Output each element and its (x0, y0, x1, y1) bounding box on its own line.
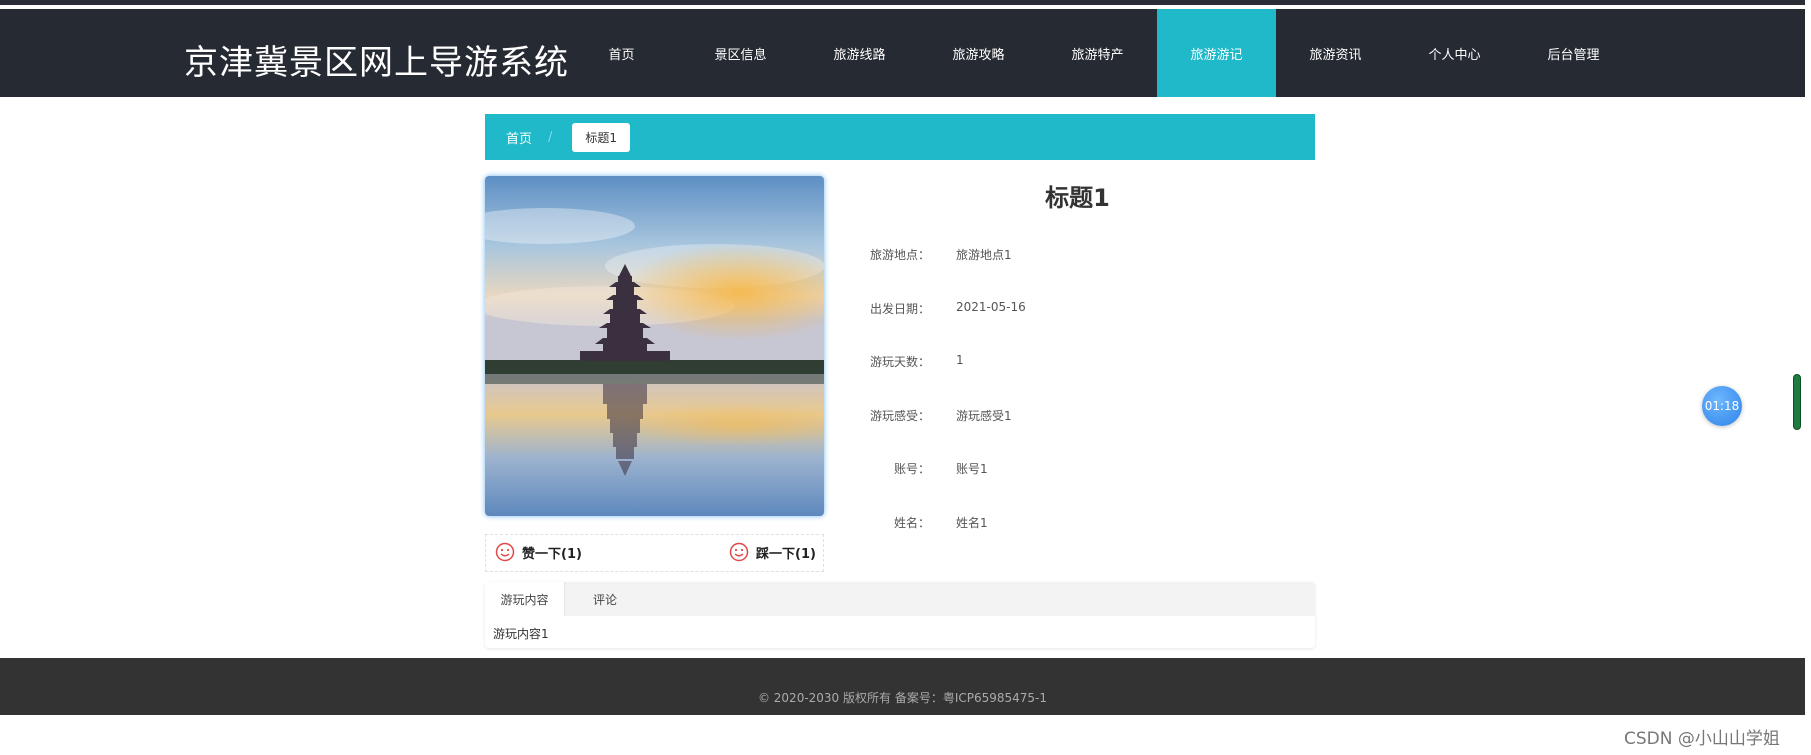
info-label: 姓名： (893, 516, 930, 530)
info-label: 旅游地点： (869, 248, 930, 262)
breadcrumb-current: 标题1 (572, 122, 631, 152)
vote-bar: 赞一下(1) 踩一下(1) (485, 534, 824, 572)
timer-badge[interactable]: 01:18 (1702, 386, 1742, 426)
info-value: 1 (956, 353, 964, 367)
info-value: 旅游地点1 (956, 248, 1012, 262)
nav-item-travel-guides[interactable]: 旅游攻略 (919, 9, 1038, 97)
info-value: 姓名1 (956, 516, 988, 530)
header: 京津冀景区网上导游系统 首页 景区信息 旅游线路 旅游攻略 旅游特产 旅游游记 … (0, 9, 1805, 97)
breadcrumb-separator: / (548, 129, 553, 145)
breadcrumb-home-link[interactable]: 首页 (506, 128, 532, 147)
dislike-button[interactable]: 踩一下(1) (729, 542, 816, 562)
nav-item-scenic-info[interactable]: 景区信息 (681, 9, 800, 97)
nav-item-personal-center[interactable]: 个人中心 (1395, 9, 1514, 97)
info-row-location: 旅游地点： 旅游地点1 (860, 246, 1360, 266)
nav-item-admin[interactable]: 后台管理 (1514, 9, 1633, 97)
nav-item-travel-news[interactable]: 旅游资讯 (1276, 9, 1395, 97)
info-row-account: 账号： 账号1 (860, 460, 1360, 480)
info-value: 游玩感受1 (956, 409, 1012, 423)
dislike-label: 踩一下(1) (756, 546, 816, 562)
watermark: CSDN @小山山学姐 (1624, 729, 1780, 749)
tab-bar: 游玩内容 评论 (485, 582, 1315, 616)
footer: © 2020-2030 版权所有 备案号：粤ICP65985475-1 (0, 658, 1805, 715)
tab-content: 游玩内容1 (493, 627, 549, 641)
nav-item-tour-routes[interactable]: 旅游线路 (800, 9, 919, 97)
like-label: 赞一下(1) (522, 546, 582, 562)
info-label: 账号： (893, 462, 930, 476)
side-scroll-handle[interactable] (1793, 374, 1801, 430)
like-button[interactable]: 赞一下(1) (495, 542, 582, 562)
content-tabs: 游玩内容 评论 游玩内容1 (485, 582, 1315, 648)
info-label: 游玩天数： (869, 355, 930, 369)
nav-item-home[interactable]: 首页 (562, 9, 681, 97)
nav-item-travel-notes[interactable]: 旅游游记 (1157, 9, 1276, 97)
page: 京津冀景区网上导游系统 首页 景区信息 旅游线路 旅游攻略 旅游特产 旅游游记 … (0, 0, 1811, 755)
tab-travel-content[interactable]: 游玩内容 (485, 582, 565, 616)
breadcrumb: 首页 / 标题1 (485, 114, 1315, 160)
info-row-feeling: 游玩感受： 游玩感受1 (860, 407, 1360, 427)
info-row-days: 游玩天数： 1 (860, 353, 1360, 373)
main-nav: 首页 景区信息 旅游线路 旅游攻略 旅游特产 旅游游记 旅游资讯 个人中心 后台… (562, 9, 1633, 97)
smiley-face-icon (729, 542, 749, 562)
info-row-name: 姓名： 姓名1 (860, 514, 1360, 534)
nav-item-specialties[interactable]: 旅游特产 (1038, 9, 1157, 97)
info-label: 出发日期： (869, 302, 930, 316)
smiley-face-icon (495, 542, 515, 562)
travel-photo (485, 176, 824, 516)
site-title: 京津冀景区网上导游系统 (184, 43, 569, 83)
info-value: 2021-05-16 (956, 300, 1026, 314)
top-border (0, 0, 1811, 9)
tab-comments[interactable]: 评论 (565, 582, 645, 616)
footer-copyright: © 2020-2030 版权所有 备案号：粤ICP65985475-1 (757, 691, 1048, 705)
info-value: 账号1 (956, 462, 988, 476)
info-label: 游玩感受： (869, 409, 930, 423)
info-row-departure-date: 出发日期： 2021-05-16 (860, 300, 1360, 320)
detail-title: 标题1 (1045, 184, 1110, 212)
